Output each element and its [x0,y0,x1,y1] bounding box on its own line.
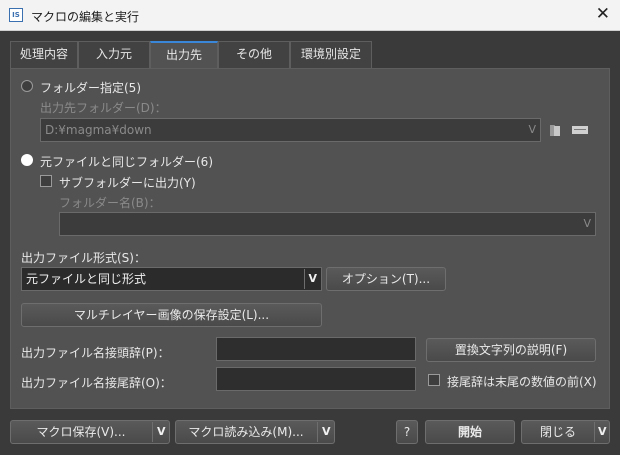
chevron-down-icon[interactable]: V [308,268,317,290]
chevron-down-icon[interactable]: V [157,421,166,443]
help-button[interactable]: ? [396,420,418,444]
tab-other[interactable]: その他 [218,41,290,68]
output-format-value: 元ファイルと同じ形式 [26,272,147,286]
close-window-icon[interactable]: ✕ [596,4,610,24]
output-folder-combo[interactable]: D:¥magma¥down V [40,118,541,142]
output-folder-value: D:¥magma¥down [45,123,152,137]
multilayer-save-settings-button[interactable]: マルチレイヤー画像の保存設定(L)... [21,303,322,327]
suffix-label: 出力ファイル名接尾辞(O)： [21,376,172,390]
chevron-down-icon[interactable]: V [598,421,607,443]
close-button[interactable]: 閉じる V [521,420,610,444]
folder-specified-label: フォルダー指定(5) [40,81,141,95]
open-folder-icon[interactable] [549,123,561,137]
save-macro-label: マクロ保存(V)... [36,425,126,439]
app-icon: IS [9,8,23,22]
load-macro-label: マクロ読み込み(M)... [188,425,304,439]
tab-output[interactable]: 出力先 [150,41,218,68]
load-macro-button[interactable]: マクロ読み込み(M)... V [175,420,335,444]
browse-icon[interactable] [572,125,588,135]
chevron-down-icon[interactable]: V [583,213,591,235]
tab-environment[interactable]: 環境別設定 [290,41,372,68]
same-folder-label: 元ファイルと同じフォルダー(6) [40,155,213,169]
chevron-down-icon[interactable]: V [528,119,536,141]
suffix-before-number-checkbox[interactable] [428,374,440,386]
button-divider [152,422,153,442]
suffix-input[interactable] [216,367,416,391]
button-divider [594,422,595,442]
subfolder-label: サブフォルダーに出力(Y) [59,176,196,190]
options-button[interactable]: オプション(T)... [326,267,446,291]
prefix-input[interactable] [216,337,416,361]
start-button[interactable]: 開始 [425,420,515,444]
close-label: 閉じる [539,425,576,439]
prefix-label: 出力ファイル名接頭辞(P)： [21,346,170,360]
output-settings-panel: フォルダー指定(5) 出力先フォルダー(D)： D:¥magma¥down V … [10,68,610,409]
title-bar: IS マクロの編集と実行 ✕ [0,0,620,31]
button-divider [317,422,318,442]
subfolder-checkbox[interactable] [40,175,52,187]
select-divider [304,269,305,289]
subfolder-name-combo[interactable]: V [59,212,596,236]
tab-processing[interactable]: 処理内容 [10,41,78,68]
window-title: マクロの編集と実行 [31,10,140,24]
output-folder-label: 出力先フォルダー(D)： [40,101,167,115]
subfolder-name-label: フォルダー名(B)： [59,196,161,210]
tab-input[interactable]: 入力元 [78,41,150,68]
output-format-label: 出力ファイル形式(S)： [21,251,146,265]
replace-string-help-button[interactable]: 置換文字列の説明(F) [426,338,596,362]
save-macro-button[interactable]: マクロ保存(V)... V [10,420,170,444]
same-folder-radio[interactable] [21,154,33,166]
suffix-before-number-label: 接尾辞は末尾の数値の前(X) [447,375,597,389]
folder-specified-radio[interactable] [21,80,33,92]
output-format-select[interactable]: 元ファイルと同じ形式 V [21,267,322,291]
chevron-down-icon[interactable]: V [322,421,331,443]
